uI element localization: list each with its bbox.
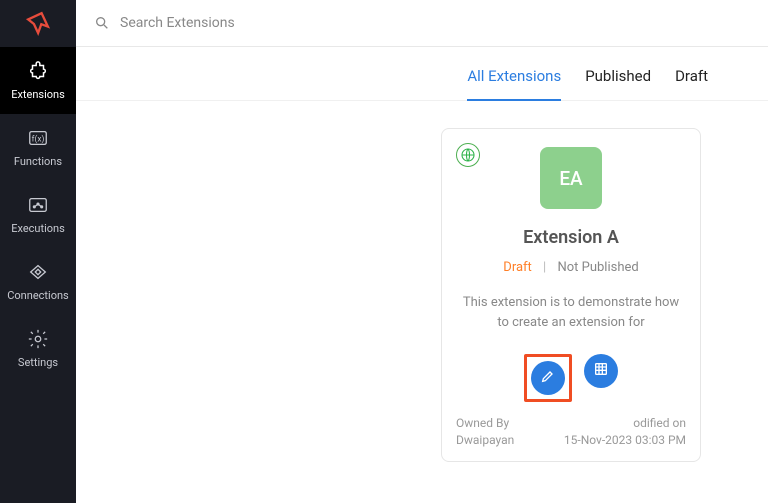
avatar: EA [540,147,602,209]
owned-by: Owned By Dwaipayan [456,416,514,447]
owned-by-label: Owned By [456,416,514,430]
globe-icon [456,143,480,167]
tabs: All Extensions Published Draft [76,47,768,101]
grid-icon [593,361,609,381]
owned-by-value: Dwaipayan [456,433,514,447]
function-icon: f(x) [27,127,49,149]
puzzle-icon [27,60,49,82]
extension-title: Extension A [456,227,686,248]
content: All Extensions Published Draft EA Extens… [76,47,768,503]
card-actions [456,354,686,402]
search-input[interactable] [120,15,750,31]
sidebar-item-label: Executions [11,222,65,235]
svg-text:f(x): f(x) [32,134,45,145]
main-area: All Extensions Published Draft EA Extens… [76,0,768,503]
sidebar-item-extensions[interactable]: Extensions [0,47,76,114]
sidebar-item-label: Connections [7,289,68,302]
sidebar-item-connections[interactable]: Connections [0,248,76,315]
edit-button[interactable] [531,361,565,395]
sidebar-item-label: Extensions [11,88,65,101]
status-separator: | [543,260,546,275]
status-draft: Draft [503,260,532,275]
executions-icon [27,194,49,216]
connections-icon [27,261,49,283]
app-logo[interactable] [0,0,76,47]
sidebar-item-label: Settings [18,356,58,369]
sidebar-item-settings[interactable]: Settings [0,315,76,382]
sidebar-item-label: Functions [14,155,62,168]
sidebar: Extensions f(x) Functions Executions [0,0,76,503]
extension-description: This extension is to demonstrate how to … [456,293,686,332]
card-area: EA Extension A Draft | Not Published Thi… [76,101,768,462]
meta-row: Owned By Dwaipayan odified on 15-Nov-202… [456,416,686,447]
edit-highlight [524,354,572,402]
search-icon [94,15,110,31]
modified-value: 15-Nov-2023 03:03 PM [564,433,686,447]
details-button[interactable] [584,354,618,388]
status-published: Not Published [557,260,638,275]
sidebar-item-executions[interactable]: Executions [0,181,76,248]
extension-card[interactable]: EA Extension A Draft | Not Published Thi… [441,128,701,462]
tab-draft[interactable]: Draft [675,67,708,100]
tab-published[interactable]: Published [585,67,651,100]
search-bar [76,0,768,47]
pencil-icon [540,368,556,388]
sidebar-item-functions[interactable]: f(x) Functions [0,114,76,181]
tab-all-extensions[interactable]: All Extensions [467,67,561,101]
modified-on: odified on 15-Nov-2023 03:03 PM [564,416,686,447]
status-row: Draft | Not Published [456,260,686,275]
modified-label: odified on [564,416,686,430]
gear-icon [27,328,49,350]
